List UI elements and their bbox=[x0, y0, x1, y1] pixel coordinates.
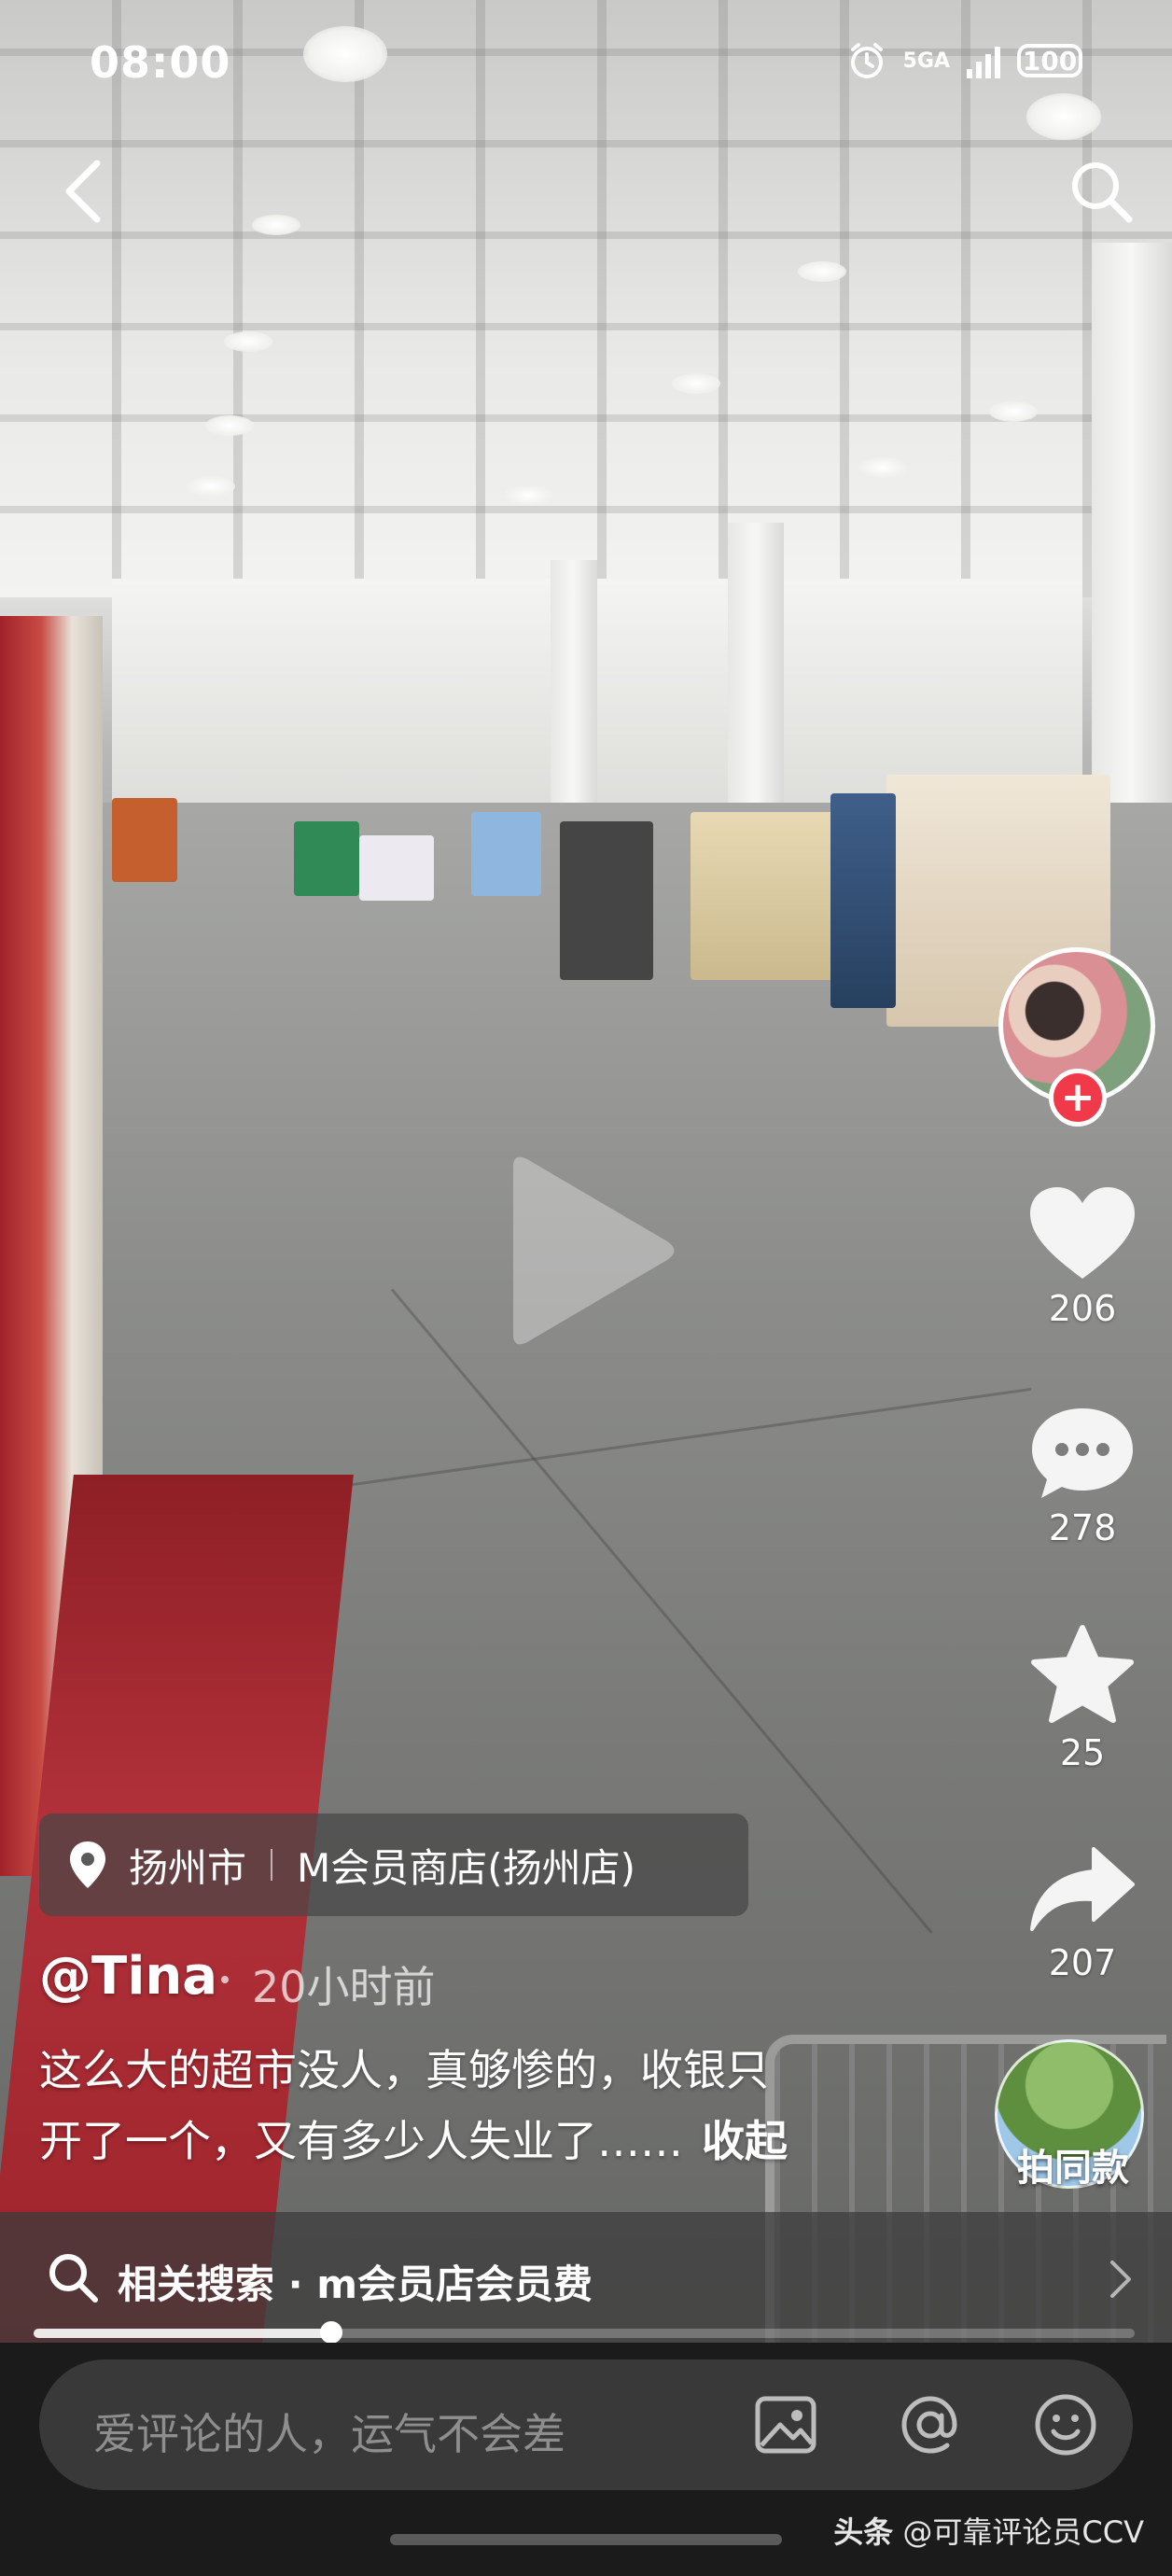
alarm-icon bbox=[850, 43, 883, 78]
product-pallet bbox=[359, 835, 434, 901]
same-style-label[interactable]: 拍同款 bbox=[998, 2137, 1148, 2191]
bottom-bar: 爱评论的人，运气不会差 头条 @可靠评论员CCV bbox=[0, 2343, 1172, 2576]
favorite-count: 25 bbox=[1059, 1732, 1106, 1773]
watermark-handle: @可靠评论员CCV bbox=[902, 2514, 1144, 2550]
comment-count: 278 bbox=[1048, 1507, 1117, 1548]
image-icon[interactable] bbox=[748, 2387, 823, 2462]
post-time: 20小时前 bbox=[252, 1962, 436, 2012]
watermark: 头条 @可靠评论员CCV bbox=[833, 2509, 1144, 2552]
network-type: 5GA bbox=[902, 49, 950, 73]
share-arrow-icon bbox=[1030, 1847, 1135, 1931]
related-search-bar[interactable]: 相关搜索 · m会员店会员费 bbox=[0, 2212, 1172, 2343]
ceiling-light bbox=[798, 261, 846, 282]
related-search-label: 相关搜索 · m会员店会员费 bbox=[118, 2261, 593, 2307]
ceiling-light bbox=[504, 485, 552, 506]
search-icon bbox=[49, 2254, 98, 2303]
share-count: 207 bbox=[1048, 1942, 1117, 1983]
ceiling-light bbox=[187, 476, 235, 497]
progress-handle[interactable] bbox=[319, 2321, 342, 2344]
location-place: M会员商店(扬州店) bbox=[297, 1844, 636, 1891]
post-caption: 这么大的超市没人，真够惨的，收银只 开了一个，又有多少人失业了…… 收起 bbox=[39, 2035, 879, 2177]
caption-line-wrap: 开了一个，又有多少人失业了…… 收起 bbox=[39, 2106, 879, 2177]
checkout-stand bbox=[560, 821, 653, 980]
product-pallet bbox=[112, 798, 177, 882]
comment-input[interactable]: 爱评论的人，运气不会差 bbox=[39, 2359, 1133, 2490]
location-divider bbox=[271, 1849, 273, 1881]
comment-button[interactable]: 278 bbox=[1017, 1405, 1148, 1548]
product-pallet bbox=[830, 793, 896, 1008]
product-pallet bbox=[471, 812, 541, 896]
ceiling-light bbox=[224, 331, 272, 352]
heart-icon bbox=[1030, 1187, 1135, 1279]
comment-bubble-icon bbox=[1032, 1408, 1133, 1498]
status-bar: 08:00 5GA 100 bbox=[0, 0, 1172, 131]
comment-placeholder: 爱评论的人，运气不会差 bbox=[93, 2409, 565, 2459]
collapse-link[interactable]: 收起 bbox=[702, 2116, 788, 2166]
status-time: 08:00 bbox=[90, 37, 231, 88]
follow-plus: + bbox=[1060, 1073, 1095, 1121]
chevron-right-icon bbox=[1110, 2261, 1131, 2298]
back-arrow-icon[interactable] bbox=[56, 154, 112, 229]
progress-fill bbox=[34, 2329, 331, 2338]
location-pin-icon bbox=[70, 1841, 105, 1888]
location-city: 扬州市 bbox=[129, 1844, 247, 1891]
emoji-icon[interactable] bbox=[1028, 2387, 1103, 2462]
status-icons: 5GA 100 bbox=[847, 41, 1082, 80]
play-icon[interactable] bbox=[495, 1148, 681, 1353]
watermark-brand: 头条 bbox=[833, 2514, 894, 2550]
product-pallet bbox=[691, 812, 840, 980]
video-progress-bar[interactable] bbox=[34, 2321, 1135, 2344]
ceiling-light bbox=[205, 415, 254, 436]
pillar bbox=[728, 523, 784, 831]
at-icon[interactable] bbox=[893, 2387, 968, 2462]
location-chip[interactable]: 扬州市 M会员商店(扬州店) bbox=[39, 1813, 748, 1916]
like-count: 206 bbox=[1048, 1288, 1117, 1329]
star-icon bbox=[1031, 1625, 1134, 1723]
signal-bars-icon bbox=[967, 43, 1000, 78]
ceiling-light bbox=[989, 401, 1038, 422]
search-icon[interactable] bbox=[1064, 154, 1138, 229]
share-button[interactable]: 207 bbox=[1017, 1843, 1148, 1983]
battery-level: 100 bbox=[1022, 45, 1078, 77]
author-name[interactable]: @Tina bbox=[39, 1946, 217, 2007]
ceiling-light bbox=[252, 215, 300, 235]
battery-icon: 100 bbox=[1017, 44, 1082, 77]
favorite-button[interactable]: 25 bbox=[1017, 1624, 1148, 1773]
like-button[interactable]: 206 bbox=[1017, 1185, 1148, 1329]
ceiling-light bbox=[858, 457, 907, 478]
follow-button[interactable]: + bbox=[1049, 1069, 1107, 1127]
caption-line: 这么大的超市没人，真够惨的，收银只 bbox=[39, 2045, 769, 2095]
caption-line: 开了一个，又有多少人失业了…… bbox=[39, 2116, 683, 2166]
ceiling-light bbox=[672, 373, 720, 394]
meta-separator bbox=[221, 1976, 229, 1983]
home-indicator[interactable] bbox=[390, 2534, 782, 2545]
product-pallet bbox=[294, 821, 359, 896]
